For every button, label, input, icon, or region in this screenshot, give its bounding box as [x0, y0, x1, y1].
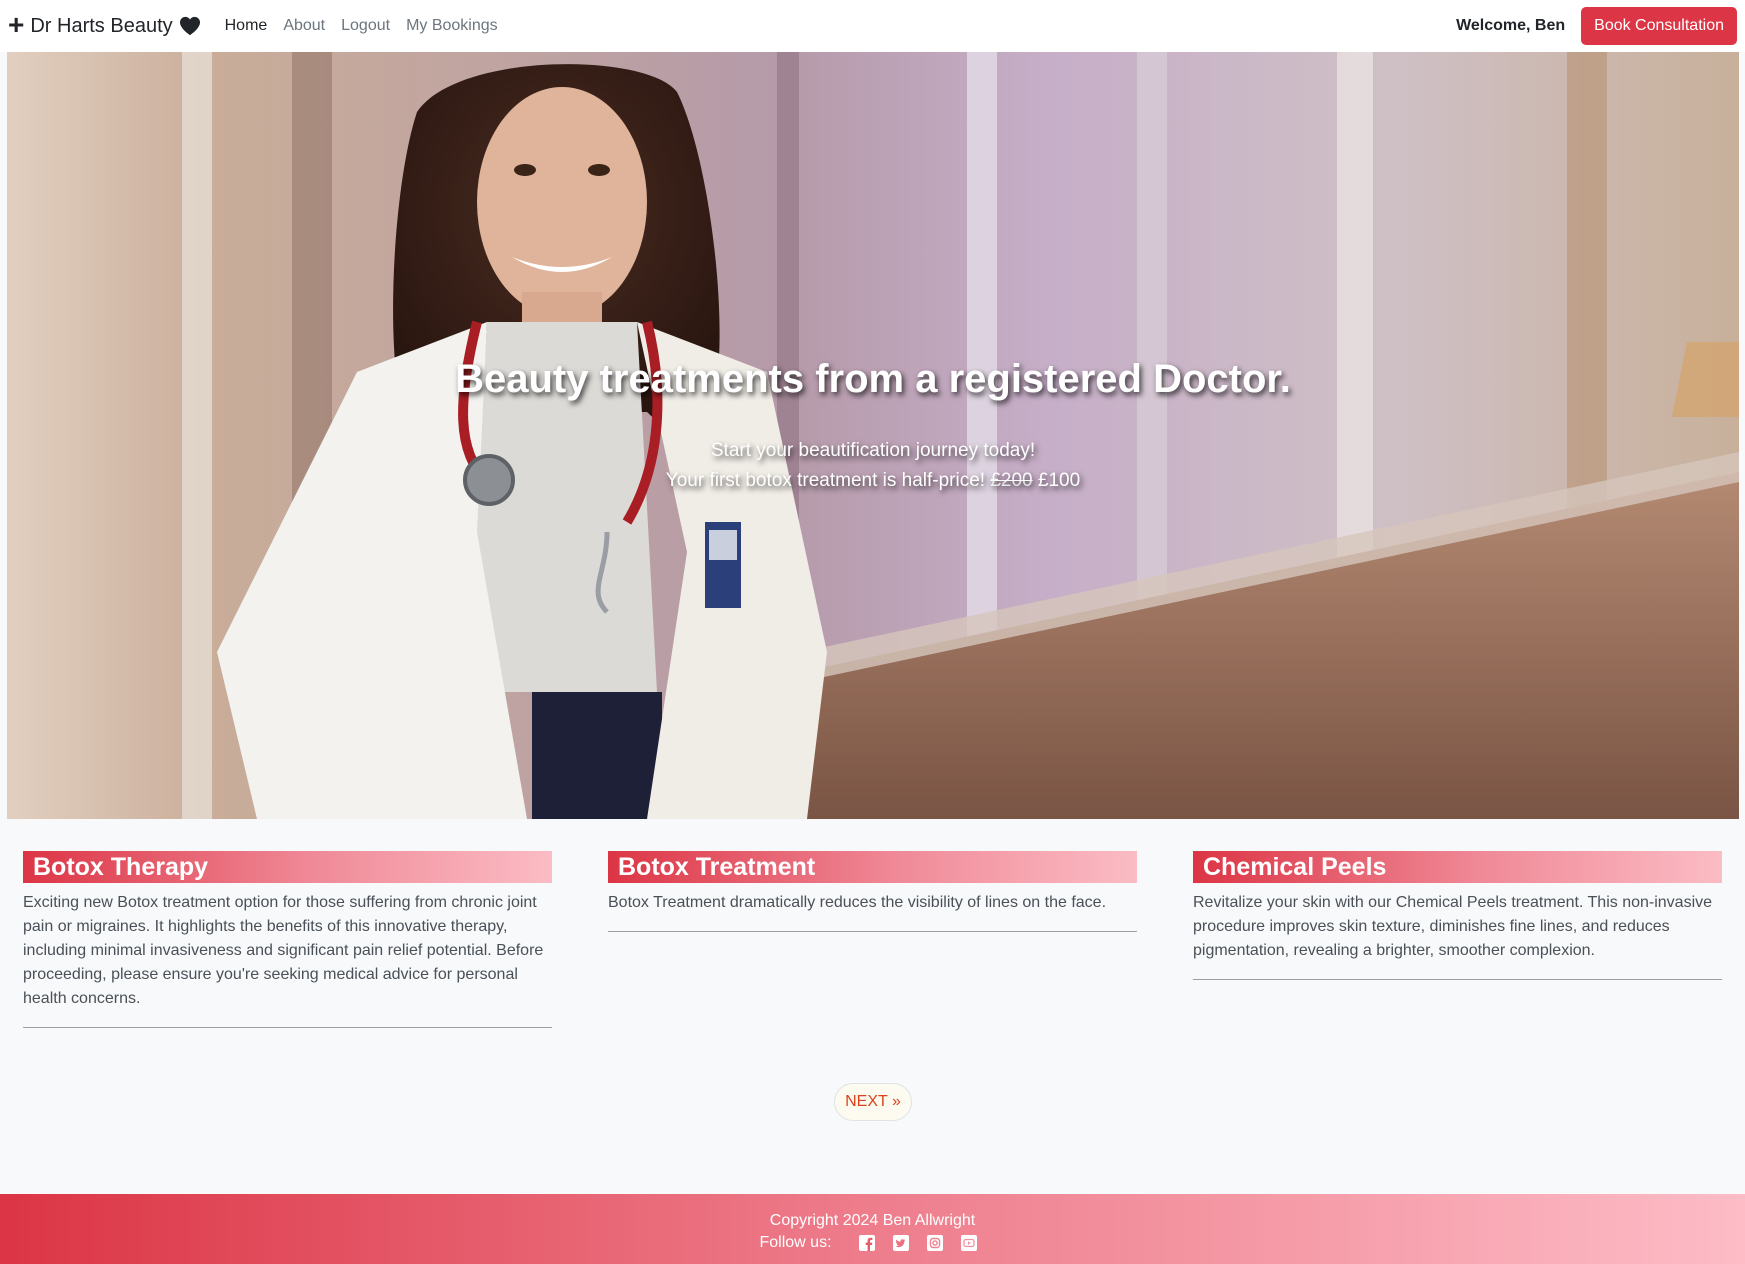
nav-about[interactable]: About: [283, 17, 325, 35]
treatment-cards: Botox Therapy Exciting new Botox treatme…: [23, 851, 1723, 1028]
nav-links: Home About Logout My Bookings: [225, 17, 498, 35]
hero-offer: Your first botox treatment is half-price…: [7, 466, 1739, 496]
nav-right: Welcome, Ben Book Consultation: [1456, 7, 1737, 45]
twitter-icon[interactable]: [892, 1235, 909, 1251]
instagram-icon[interactable]: [926, 1235, 943, 1251]
nav-logout[interactable]: Logout: [341, 17, 390, 35]
card-title[interactable]: Botox Therapy: [23, 851, 552, 883]
hero-banner: Beauty treatments from a registered Doct…: [7, 52, 1739, 819]
treatment-card[interactable]: Botox Treatment Botox Treatment dramatic…: [608, 851, 1137, 1028]
old-price: £200: [990, 470, 1033, 491]
footer: Copyright 2024 Ben Allwright Follow us:: [0, 1194, 1745, 1264]
card-title[interactable]: Chemical Peels: [1193, 851, 1722, 883]
copyright-text: Copyright 2024 Ben Allwright: [769, 1212, 976, 1229]
book-consultation-button[interactable]: Book Consultation: [1581, 7, 1737, 45]
treatment-card[interactable]: Botox Therapy Exciting new Botox treatme…: [23, 851, 552, 1028]
facebook-icon[interactable]: [858, 1235, 875, 1251]
follow-label: Follow us:: [759, 1234, 832, 1251]
nav-my-bookings[interactable]: My Bookings: [406, 17, 498, 35]
card-description: Revitalize your skin with our Chemical P…: [1193, 891, 1722, 980]
hero-title: Beauty treatments from a registered Doct…: [455, 357, 1291, 401]
social-links: Follow us:: [0, 1232, 1745, 1254]
card-description: Botox Treatment dramatically reduces the…: [608, 891, 1137, 932]
hero-offer-text: Your first botox treatment is half-price…: [665, 470, 986, 491]
welcome-text: Welcome, Ben: [1456, 17, 1566, 34]
treatment-card[interactable]: Chemical Peels Revitalize your skin with…: [1193, 851, 1722, 1028]
youtube-icon[interactable]: [960, 1235, 977, 1251]
card-title[interactable]: Botox Treatment: [608, 851, 1137, 883]
next-page-button[interactable]: NEXT »: [834, 1083, 912, 1121]
new-price: £100: [1037, 470, 1081, 491]
heart-icon: [179, 16, 200, 36]
hero-subtitle-line1: Start your beautification journey today!: [710, 440, 1036, 461]
brand-link[interactable]: + Dr Harts Beauty: [8, 8, 201, 40]
hero-text: Beauty treatments from a registered Doct…: [7, 357, 1739, 496]
card-description: Exciting new Botox treatment option for …: [23, 891, 552, 1028]
navbar: + Dr Harts Beauty Home About Logout My B…: [0, 0, 1745, 52]
nav-home[interactable]: Home: [225, 17, 268, 35]
plus-icon: +: [8, 8, 25, 40]
brand-name: Dr Harts Beauty: [30, 14, 173, 37]
